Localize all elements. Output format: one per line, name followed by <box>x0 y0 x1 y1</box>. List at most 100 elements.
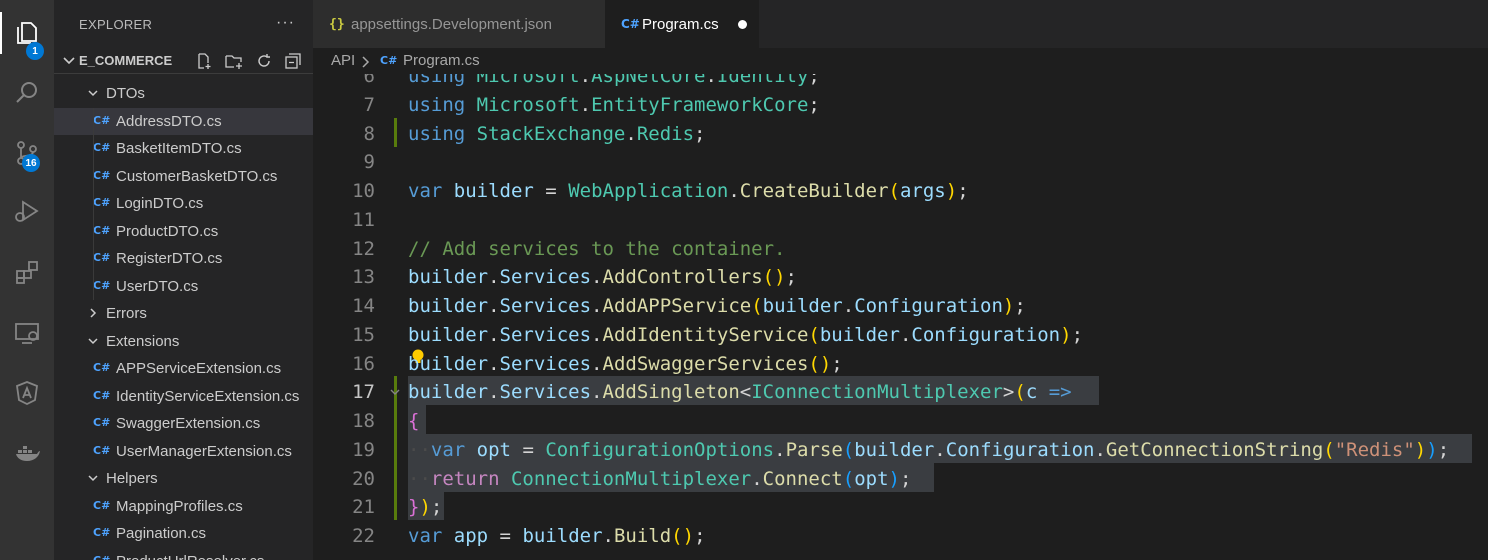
code-token: AspNetCore <box>591 74 706 87</box>
csharp-file-icon: C# <box>93 168 111 182</box>
line-number: 17 <box>352 381 375 404</box>
run-debug-icon[interactable] <box>0 186 54 236</box>
csharp-file-icon: C# <box>93 113 111 127</box>
code-line[interactable]: // Add services to the container. <box>408 235 786 264</box>
csharp-file-icon: C# <box>93 251 111 264</box>
code-editor[interactable]: 6 using Microsoft.AspNetCore.Identity; 7 us… <box>313 74 1488 560</box>
code-token: . <box>934 438 946 461</box>
code-token: ( <box>1323 438 1335 461</box>
tree-folder[interactable]: Errors <box>54 300 313 327</box>
code-token: . <box>488 323 500 346</box>
tree-file[interactable]: C# Pagination.cs <box>54 520 313 547</box>
tree-file[interactable]: C# MappingProfiles.cs <box>54 493 313 520</box>
code-line[interactable]: ··return ConnectionMultiplexer.Connect(o… <box>408 465 911 494</box>
code-line[interactable]: var app = builder.Build(); <box>408 522 706 551</box>
tree-file[interactable]: C# IdentityServiceExtension.cs <box>54 383 313 410</box>
csharp-file-icon: C# <box>93 361 111 374</box>
search-icon[interactable] <box>0 68 54 118</box>
code-token: Configuration <box>911 323 1061 346</box>
more-actions-button[interactable]: ··· <box>276 14 295 32</box>
tree-file[interactable]: C# SwaggerExtension.cs <box>54 410 313 437</box>
code-token: c <box>1025 381 1038 404</box>
angular-icon[interactable] <box>0 368 54 418</box>
collapse-all-button[interactable] <box>283 51 303 71</box>
code-token: Services <box>499 266 592 289</box>
tab-appsettings-development[interactable]: {} appsettings.Development.json <box>313 0 605 48</box>
workspace-name: E_COMMERCE <box>79 53 173 68</box>
code-line[interactable]: builder.Services.AddIdentityService(buil… <box>408 321 1083 350</box>
code-line[interactable]: var builder = WebApplication.CreateBuild… <box>408 177 969 206</box>
tree-file[interactable]: C# UserManagerExtension.cs <box>54 438 313 465</box>
code-token: ·· <box>408 467 431 490</box>
line-number: 8 <box>363 122 375 145</box>
docker-icon[interactable] <box>0 428 54 478</box>
code-line[interactable]: using Microsoft.AspNetCore.Identity; <box>408 74 820 91</box>
refresh-button[interactable] <box>254 51 274 71</box>
code-line[interactable]: { <box>408 407 419 436</box>
new-file-button[interactable] <box>194 51 214 71</box>
code-token: ( <box>888 180 900 202</box>
code-line[interactable]: builder.Services.AddAPPService(builder.C… <box>408 292 1026 321</box>
code-line[interactable]: using StackExchange.Redis; <box>408 120 705 149</box>
code-token: ) <box>419 496 431 519</box>
tree-file-label: APPServiceExtension.cs <box>116 360 282 377</box>
fold-chevron-icon[interactable] <box>389 386 401 398</box>
code-token: < <box>739 381 752 404</box>
unsaved-indicator[interactable] <box>738 20 747 29</box>
tree-folder[interactable]: Helpers <box>54 465 313 492</box>
line-number: 10 <box>352 180 375 202</box>
code-token: ) <box>1414 438 1427 461</box>
code-line[interactable]: ··var opt = ConfigurationOptions.Parse(b… <box>408 436 1449 465</box>
tree-file[interactable]: C# ProductUrlResolver.cs <box>54 548 313 560</box>
code-token: var <box>408 525 443 547</box>
code-token: builder <box>408 381 489 404</box>
tree-file-label: UserManagerExtension.cs <box>116 442 292 460</box>
code-token: . <box>899 323 912 346</box>
workspace-header[interactable]: E_COMMERCE <box>54 48 313 74</box>
code-line[interactable]: builder.Services.AddSwaggerServices(); <box>408 350 843 379</box>
code-token: Build <box>613 525 672 547</box>
breadcrumb: API C# Program.cs <box>313 48 1488 74</box>
code-line[interactable]: }); <box>408 493 442 522</box>
code-token: using <box>408 122 466 145</box>
tree-folder[interactable]: DTOs <box>54 80 313 107</box>
extensions-icon[interactable] <box>0 248 54 298</box>
tree-file-label: Pagination.cs <box>116 525 207 542</box>
code-line[interactable]: using Microsoft.EntityFrameworkCore; <box>408 91 820 120</box>
code-token: = <box>533 180 569 202</box>
code-token: AddControllers <box>602 266 763 289</box>
code-token: using <box>408 93 466 116</box>
new-folder-button[interactable] <box>224 51 244 71</box>
explorer-sidebar: EXPLORER ··· E_COMMERCE DTOs C# AddressDTO… <box>54 0 313 560</box>
line-number: 14 <box>352 295 375 317</box>
line-number: 18 <box>352 410 375 432</box>
code-token: ) <box>888 467 900 490</box>
chevron-down-icon <box>63 57 75 65</box>
code-token: } <box>408 496 420 519</box>
code-token: Identity <box>716 74 809 87</box>
code-line[interactable]: builder.Services.AddControllers(); <box>408 263 797 292</box>
tree-file[interactable]: C# APPServiceExtension.cs <box>54 355 313 382</box>
explorer-icon[interactable]: 1 <box>0 8 54 60</box>
code-line[interactable]: builder.Services.AddSingleton<IConnectio… <box>408 378 1072 407</box>
breadcrumb-folder[interactable]: API <box>331 52 355 69</box>
line-number: 11 <box>352 208 375 231</box>
code-token: . <box>625 122 637 145</box>
tree-folder[interactable]: Extensions <box>54 328 313 355</box>
code-token: ; <box>1071 323 1084 346</box>
code-token: Connect <box>762 467 843 490</box>
code-token: ; <box>831 352 843 375</box>
tab-program-cs[interactable]: C# Program.cs <box>605 0 759 48</box>
code-token: . <box>591 323 603 346</box>
code-token: () <box>808 352 832 375</box>
remote-explorer-icon[interactable] <box>0 308 54 358</box>
breadcrumb-file[interactable]: Program.cs <box>403 52 480 69</box>
source-control-icon[interactable]: 16 <box>0 128 54 178</box>
tree-file-label: CustomerBasketDTO.cs <box>116 167 278 185</box>
code-token: = <box>511 438 546 461</box>
